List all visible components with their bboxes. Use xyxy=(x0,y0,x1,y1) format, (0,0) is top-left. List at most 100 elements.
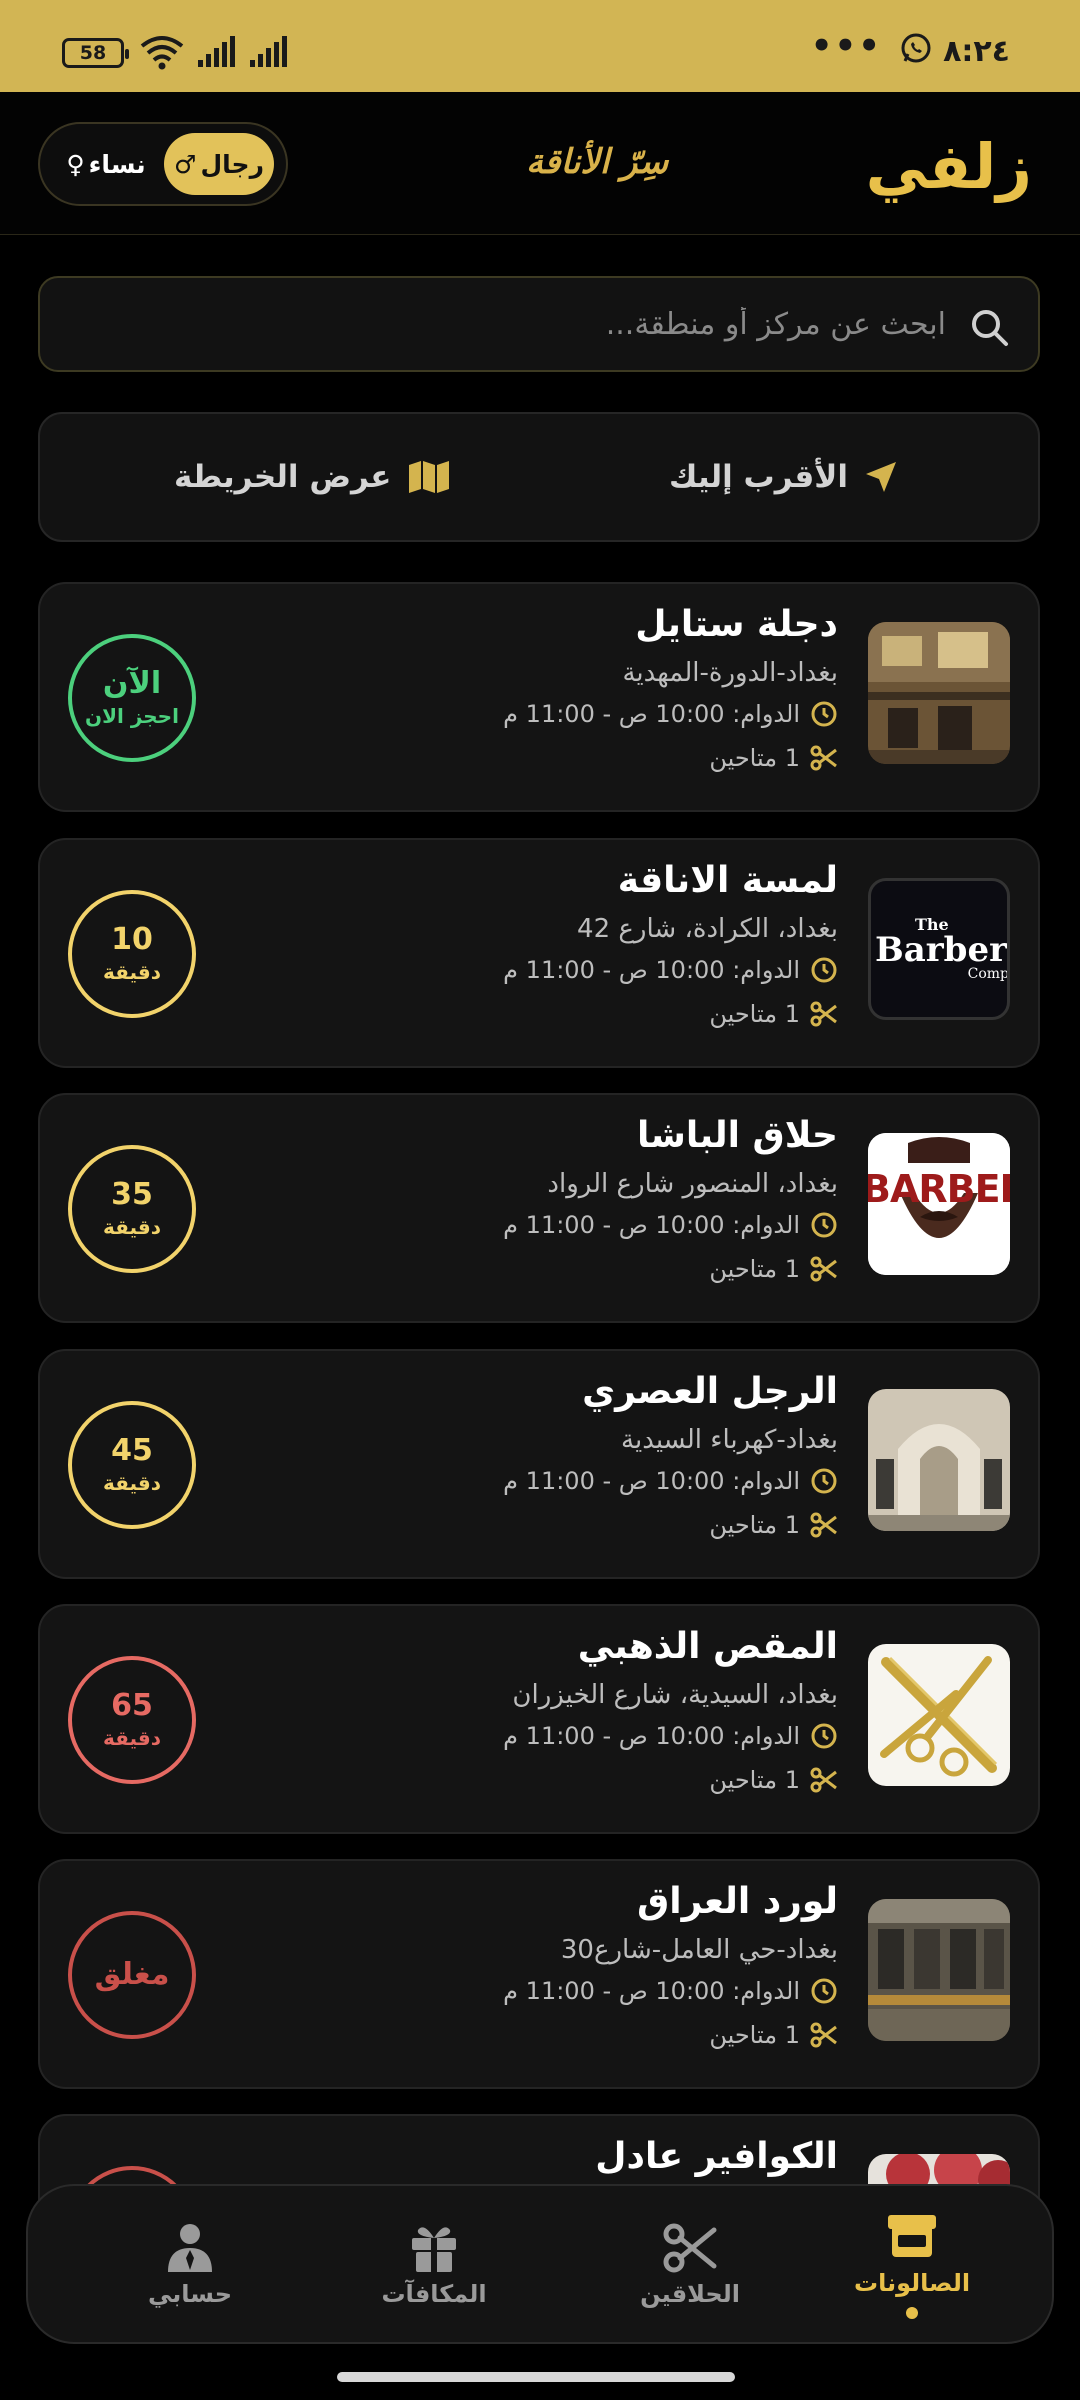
clock-icon xyxy=(811,1468,837,1494)
salon-card[interactable]: لورد العراق بغداد-حي العامل-شارع30 الدوا… xyxy=(38,1859,1040,2089)
gender-toggle[interactable]: رجال ♂ نساء ♀ xyxy=(38,122,288,206)
wait-time-badge: 45 دقيقة xyxy=(68,1401,196,1529)
salon-hours-text: الدوام: 10:00 ص - 11:00 م xyxy=(503,1211,800,1239)
wait-time-value: 65 xyxy=(111,1688,153,1723)
wait-time-badge: 35 دقيقة xyxy=(68,1145,196,1273)
home-indicator[interactable] xyxy=(337,2372,735,2382)
salon-card[interactable]: دجلة ستايل بغداد-الدورة-المهدية الدوام: … xyxy=(38,582,1040,812)
search-bar[interactable] xyxy=(38,276,1040,372)
wait-time-unit: دقيقة xyxy=(102,1215,162,1239)
search-icon[interactable] xyxy=(968,306,1010,348)
salon-barbers-text: 1 متاحين xyxy=(709,744,800,772)
closed-badge: مغلق xyxy=(68,1911,196,2039)
salon-hours: الدوام: 10:00 ص - 11:00 م xyxy=(503,1722,838,1750)
wait-time-unit: احجز الان xyxy=(85,704,179,728)
male-symbol-icon: ♂ xyxy=(174,149,197,179)
salon-address: بغداد، الكرادة، شارع 42 xyxy=(577,914,838,944)
clock-icon xyxy=(811,1978,837,2004)
salon-name: دجلة ستايل xyxy=(635,604,838,645)
scissors-icon xyxy=(810,1512,837,1538)
nearest-label: الأقرب إليك xyxy=(668,459,848,495)
map-icon xyxy=(409,461,450,493)
wait-time-value: 45 xyxy=(111,1433,153,1468)
whatsapp-notification-icon xyxy=(901,33,931,63)
salon-address: بغداد-حي العامل-شارع30 xyxy=(560,1935,838,1965)
scissors-icon xyxy=(810,1001,837,1027)
nav-barbers-label: الحلاقين xyxy=(640,2280,740,2308)
nav-account[interactable]: حسابي xyxy=(90,2186,290,2342)
book-now-badge[interactable]: الآن احجز الان xyxy=(68,634,196,762)
salon-thumbnail: BARBER xyxy=(868,1133,1010,1275)
salon-card[interactable]: BARBER حلاق الباشا بغداد، المنصور شارع ا… xyxy=(38,1093,1040,1323)
salon-address: بغداد، السيدية، شارع الخيزران xyxy=(512,1680,838,1710)
gender-men-option[interactable]: رجال ♂ xyxy=(164,133,274,195)
search-input[interactable] xyxy=(106,296,946,352)
salon-address: بغداد-كهرباء السيدية xyxy=(621,1425,838,1455)
wait-time-unit: دقيقة xyxy=(102,960,162,984)
scissors-icon xyxy=(810,1767,837,1793)
gender-women-label: نساء xyxy=(88,149,146,179)
wait-time-value: 35 xyxy=(111,1177,153,1212)
wait-time-value: مغلق xyxy=(94,1957,170,1992)
salon-thumbnail xyxy=(868,1389,1010,1531)
gift-icon xyxy=(412,2227,456,2272)
salon-name: الرجل العصري xyxy=(582,1371,838,1412)
wait-time-unit: دقيقة xyxy=(102,1726,162,1750)
clock: ٨:٢٤ xyxy=(943,34,1010,69)
user-icon xyxy=(168,2224,212,2272)
scissors-icon xyxy=(810,1256,837,1282)
salon-available-barbers: 1 متاحين xyxy=(709,744,838,772)
status-bar: ٨:٢٤ ••• 58 xyxy=(0,0,1080,92)
gender-women-option[interactable]: نساء ♀ xyxy=(52,133,160,195)
salon-hours-text: الدوام: 10:00 ص - 11:00 م xyxy=(503,956,800,984)
salon-hours-text: الدوام: 10:00 ص - 11:00 م xyxy=(503,1722,800,1750)
navigation-arrow-icon xyxy=(866,462,896,492)
salon-card[interactable]: المقص الذهبي بغداد، السيدية، شارع الخيزر… xyxy=(38,1604,1040,1834)
nearest-button[interactable]: الأقرب إليك xyxy=(669,414,898,540)
clock-icon xyxy=(811,701,837,727)
wait-time-value: 10 xyxy=(111,922,153,957)
wait-time-value: الآن xyxy=(102,666,162,701)
scissors-icon xyxy=(810,745,837,771)
salon-hours-text: الدوام: 10:00 ص - 11:00 م xyxy=(503,1467,800,1495)
app-header: زلفي سِرّ الأناقة رجال ♂ نساء ♀ xyxy=(0,92,1080,235)
salon-hours: الدوام: 10:00 ص - 11:00 م xyxy=(503,1977,838,2005)
salon-available-barbers: 1 متاحين xyxy=(709,2021,838,2049)
signal-icon xyxy=(198,36,235,67)
salon-thumbnail xyxy=(868,1899,1010,2041)
salon-name: لورد العراق xyxy=(637,1881,838,1922)
more-notifications-icon: ••• xyxy=(810,26,882,66)
salon-barbers-text: 1 متاحين xyxy=(709,2021,800,2049)
nav-barbers[interactable]: الحلاقين xyxy=(590,2186,790,2342)
salon-barbers-text: 1 متاحين xyxy=(709,1511,800,1539)
nav-salons[interactable]: الصالونات xyxy=(812,2186,1012,2342)
map-view-button[interactable]: عرض الخريطة xyxy=(174,414,451,540)
salon-address: بغداد، المنصور شارع الرواد xyxy=(547,1169,838,1199)
nav-rewards[interactable]: المكافآت xyxy=(334,2186,534,2342)
bottom-navigation: الصالونات الحلاقين المكافآت حسابي xyxy=(26,2184,1054,2344)
wait-time-badge: 10 دقيقة xyxy=(68,890,196,1018)
nav-account-label: حسابي xyxy=(147,2280,233,2308)
salon-hours: الدوام: 10:00 ص - 11:00 م xyxy=(503,700,838,728)
salon-thumbnail xyxy=(868,622,1010,764)
clock-icon xyxy=(811,957,837,983)
salon-card[interactable]: The Barber Comp لمسة الاناقة بغداد، الكر… xyxy=(38,838,1040,1068)
salon-name: المقص الذهبي xyxy=(577,1626,838,1667)
battery-icon: 58 xyxy=(62,38,129,68)
salon-hours: الدوام: 10:00 ص - 11:00 م xyxy=(503,956,838,984)
scissors-icon xyxy=(663,2223,717,2273)
salon-available-barbers: 1 متاحين xyxy=(709,1255,838,1283)
salon-card[interactable]: الرجل العصري بغداد-كهرباء السيدية الدوام… xyxy=(38,1349,1040,1579)
salon-available-barbers: 1 متاحين xyxy=(709,1511,838,1539)
active-indicator-dot xyxy=(906,2307,918,2319)
app-logo: زلفي xyxy=(865,130,1032,203)
scissors-icon xyxy=(810,2022,837,2048)
salon-hours: الدوام: 10:00 ص - 11:00 م xyxy=(503,1211,838,1239)
female-symbol-icon: ♀ xyxy=(66,149,85,179)
salon-barbers-text: 1 متاحين xyxy=(709,1255,800,1283)
salon-address: بغداد-الدورة-المهدية xyxy=(622,658,838,688)
map-view-label: عرض الخريطة xyxy=(174,459,392,495)
salon-barbers-text: 1 متاحين xyxy=(709,1000,800,1028)
gender-men-label: رجال xyxy=(200,149,264,179)
wait-time-badge: 65 دقيقة xyxy=(68,1656,196,1784)
